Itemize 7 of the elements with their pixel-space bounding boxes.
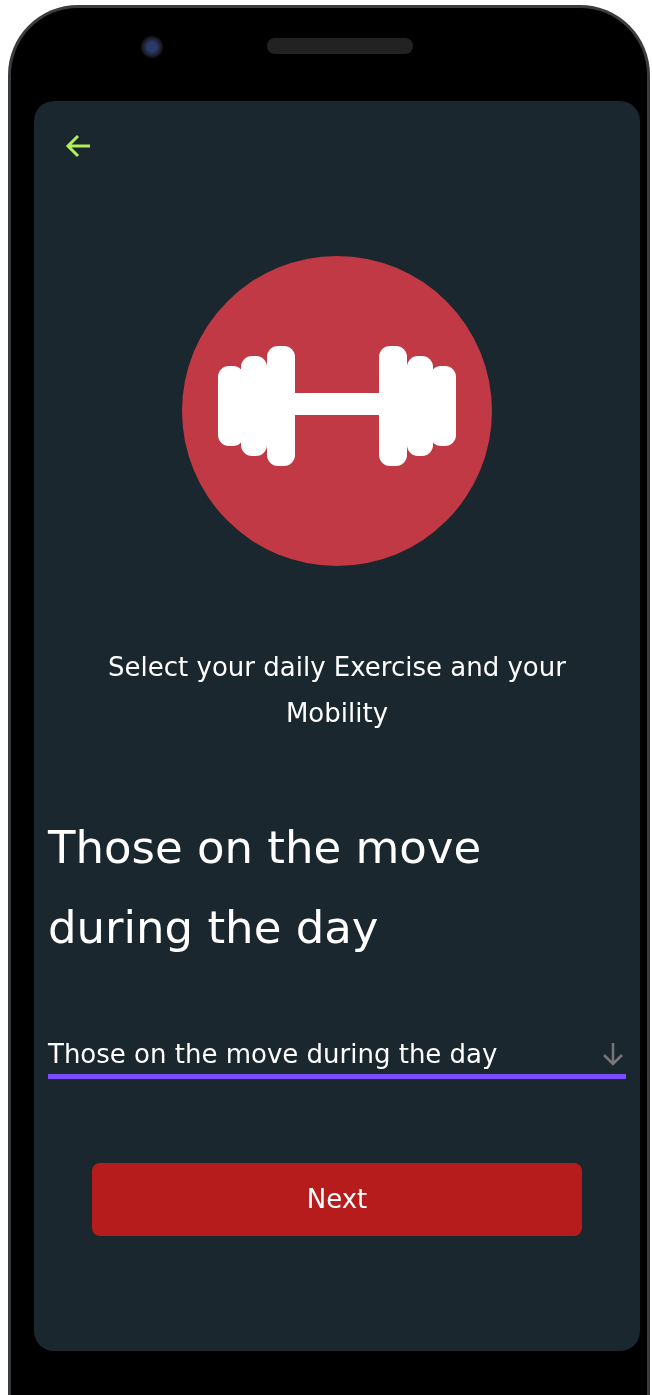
dropdown-field[interactable]: Those on the move during the day: [48, 1036, 626, 1079]
dumbbell-icon: [182, 256, 492, 566]
selection-heading: Those on the move during the day: [48, 820, 483, 956]
next-button[interactable]: Next: [92, 1163, 582, 1236]
instruction-text: Select your daily Exercise and your Mobility: [107, 651, 567, 730]
camera-lens: [141, 36, 163, 58]
down-arrow-icon: [600, 1041, 626, 1067]
